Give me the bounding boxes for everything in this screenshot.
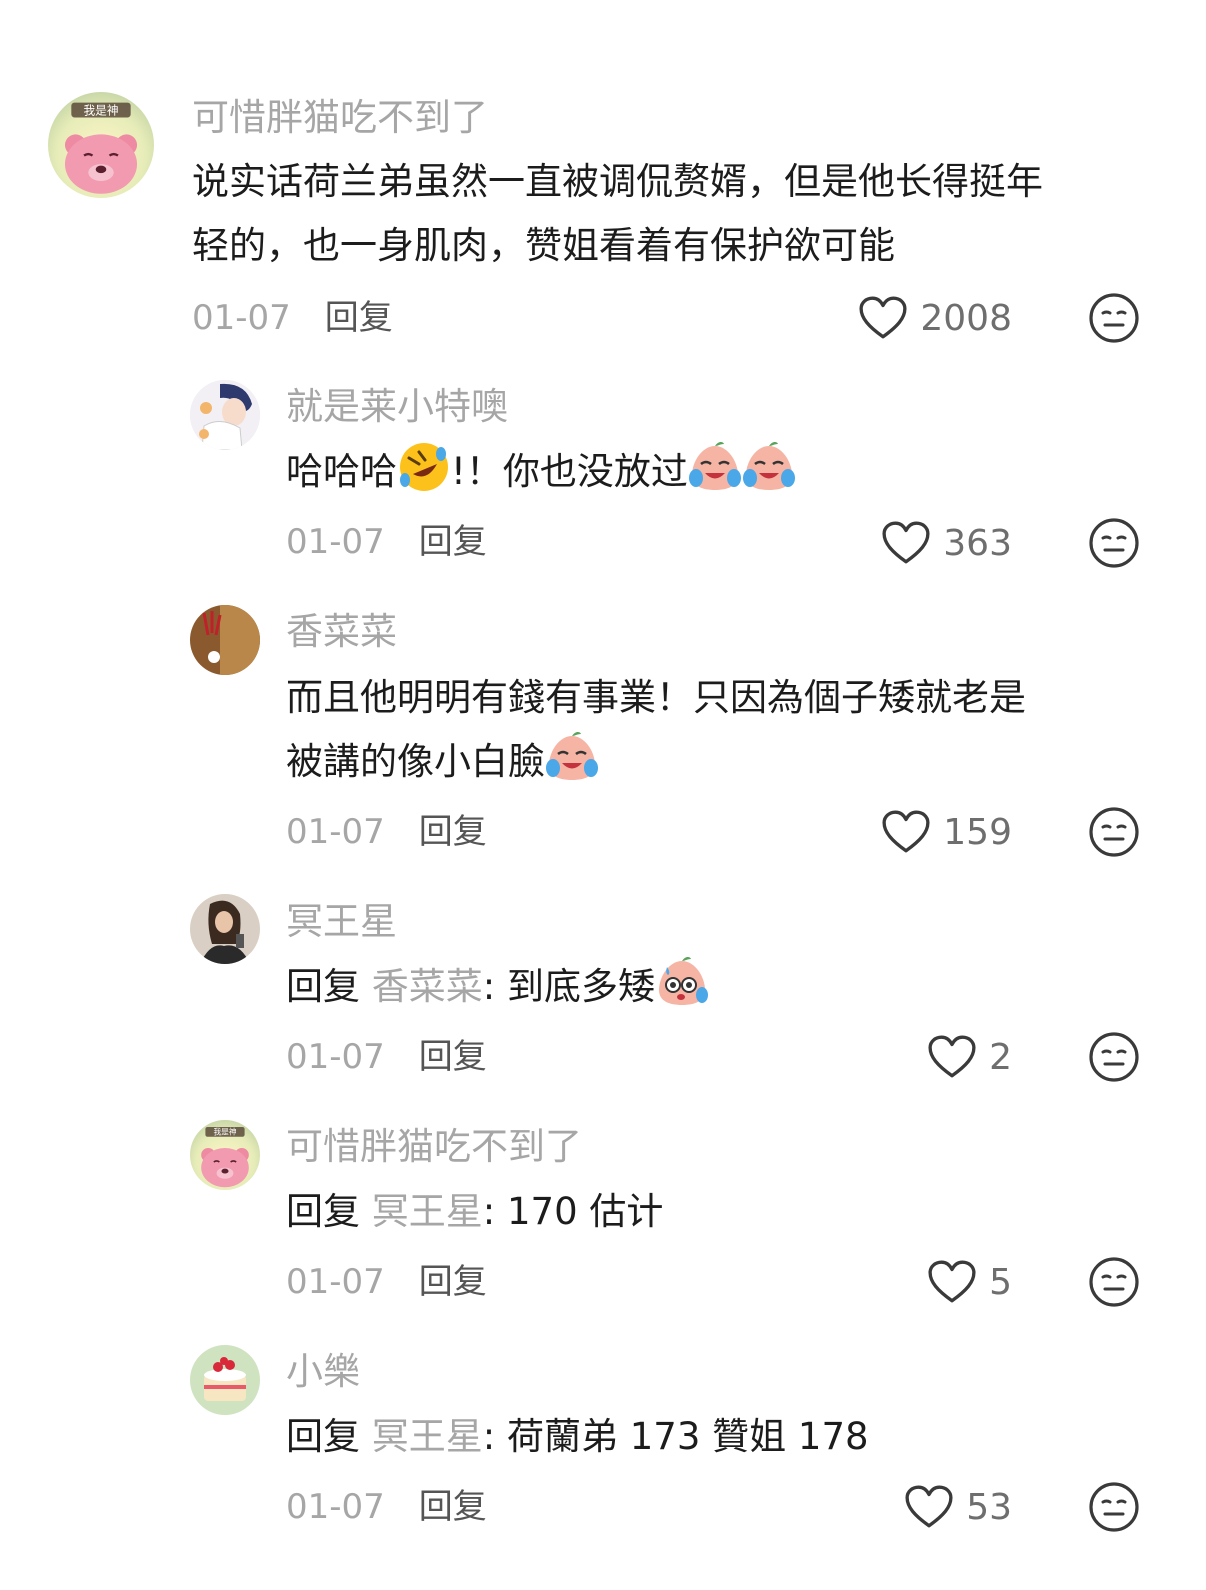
like-count: 2008 xyxy=(920,297,1012,339)
username[interactable]: 就是莱小特噢 xyxy=(286,385,508,429)
neutral-face-icon[interactable] xyxy=(1088,1031,1140,1083)
bear-avatar-icon xyxy=(48,92,154,198)
username[interactable]: 冥王星 xyxy=(286,900,397,944)
comment-text: 回复 冥王星: 荷蘭弟 173 贊姐 178 xyxy=(286,1415,869,1458)
comment-meta: 01-07 回复 xyxy=(286,812,487,852)
comment-date: 01-07 xyxy=(192,298,291,338)
heart-outline-icon xyxy=(927,1034,977,1080)
reply-target-username[interactable]: 香菜菜 xyxy=(372,965,483,1008)
comment-text: 回复 冥王星: 170 估计 xyxy=(286,1190,664,1233)
username[interactable]: 可惜胖猫吃不到了 xyxy=(192,96,488,140)
comment-text: 回复 香菜菜: 到底多矮 xyxy=(286,955,1146,1019)
comment-date: 01-07 xyxy=(286,1487,385,1527)
avatar[interactable] xyxy=(190,1345,260,1415)
neutral-face-icon[interactable] xyxy=(1088,292,1140,344)
username[interactable]: 香菜菜 xyxy=(286,610,397,654)
like-button[interactable]: 2 xyxy=(820,1031,1012,1083)
crying-peach-emoji xyxy=(545,730,599,784)
like-count: 53 xyxy=(966,1486,1012,1528)
like-button[interactable]: 159 xyxy=(820,806,1012,858)
neutral-face-icon[interactable] xyxy=(1088,1256,1140,1308)
reply-button[interactable]: 回复 xyxy=(419,1487,487,1527)
anime-avatar-icon xyxy=(190,380,260,450)
like-count: 363 xyxy=(943,522,1012,564)
heart-outline-icon xyxy=(881,809,931,855)
reply-button[interactable]: 回复 xyxy=(419,522,487,562)
neutral-face-icon[interactable] xyxy=(1088,1481,1140,1533)
comment-date: 01-07 xyxy=(286,1262,385,1302)
like-button[interactable]: 53 xyxy=(820,1481,1012,1533)
comment-date: 01-07 xyxy=(286,812,385,852)
avatar[interactable] xyxy=(190,605,260,675)
heart-outline-icon xyxy=(858,295,908,341)
like-button[interactable]: 2008 xyxy=(820,292,1012,344)
like-count: 5 xyxy=(989,1261,1012,1303)
comment-meta: 01-07 回复 xyxy=(286,522,487,562)
username[interactable]: 小樂 xyxy=(286,1350,360,1394)
comment-text: 说实话荷兰弟虽然一直被调侃赘婿，但是他长得挺年 轻的，也一身肌肉，赞姐看着有保护… xyxy=(192,160,1043,267)
comment-meta: 01-07 回复 xyxy=(286,1037,487,1077)
heart-outline-icon xyxy=(927,1259,977,1305)
comment-text: 而且他明明有錢有事業！只因為個子矮就老是 被講的像小白臉 xyxy=(286,676,1026,784)
neutral-face-icon[interactable] xyxy=(1088,806,1140,858)
bear-avatar-icon xyxy=(190,1120,260,1190)
like-count: 2 xyxy=(989,1036,1012,1078)
cake-avatar-icon xyxy=(190,1345,260,1415)
reply-button[interactable]: 回复 xyxy=(419,1262,487,1302)
photo-avatar-icon xyxy=(190,894,260,964)
comment-meta: 01-07 回复 xyxy=(192,298,393,338)
avatar[interactable] xyxy=(190,894,260,964)
reply-target-username[interactable]: 冥王星 xyxy=(372,1190,483,1233)
heart-outline-icon xyxy=(881,520,931,566)
reply-button[interactable]: 回复 xyxy=(419,1037,487,1077)
comment-date: 01-07 xyxy=(286,1037,385,1077)
reply-button[interactable]: 回复 xyxy=(419,812,487,852)
rofl-emoji xyxy=(397,440,451,494)
username[interactable]: 可惜胖猫吃不到了 xyxy=(286,1125,582,1169)
crying-peach-emoji xyxy=(742,440,796,494)
reply-target-username[interactable]: 冥王星 xyxy=(372,1415,483,1458)
reply-button[interactable]: 回复 xyxy=(325,298,393,338)
comment-text: 哈哈哈 !！你也没放过 xyxy=(286,440,1146,504)
sweating-peach-emoji xyxy=(655,955,709,1009)
wood-avatar-icon xyxy=(190,605,260,675)
avatar[interactable] xyxy=(190,380,260,450)
heart-outline-icon xyxy=(904,1484,954,1530)
neutral-face-icon[interactable] xyxy=(1088,517,1140,569)
like-button[interactable]: 5 xyxy=(820,1256,1012,1308)
avatar[interactable] xyxy=(48,92,154,198)
like-count: 159 xyxy=(943,811,1012,853)
avatar[interactable] xyxy=(190,1120,260,1190)
crying-peach-emoji xyxy=(688,440,742,494)
comment-meta: 01-07 回复 xyxy=(286,1262,487,1302)
like-button[interactable]: 363 xyxy=(820,517,1012,569)
comment-meta: 01-07 回复 xyxy=(286,1487,487,1527)
comment-date: 01-07 xyxy=(286,522,385,562)
